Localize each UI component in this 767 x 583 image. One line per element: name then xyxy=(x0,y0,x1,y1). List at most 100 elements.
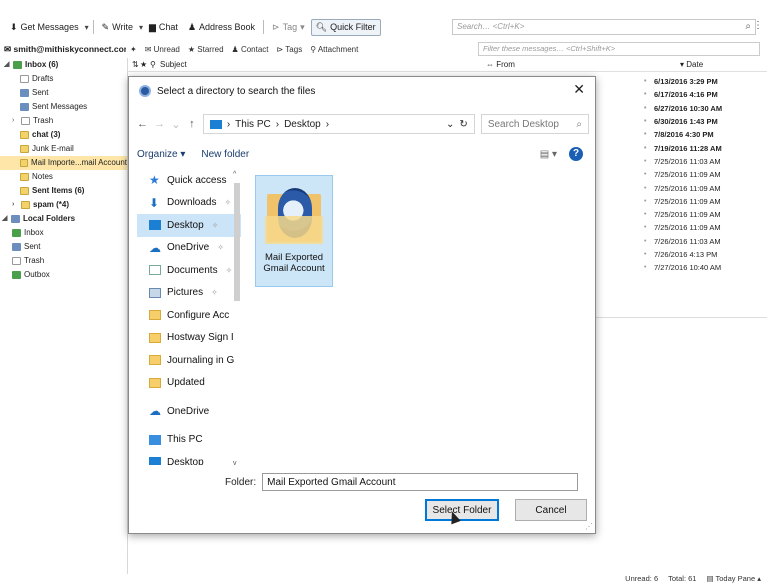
pane-divider[interactable] xyxy=(590,317,767,318)
folder-item-local-inbox[interactable]: Inbox xyxy=(0,226,127,240)
write-dropdown[interactable]: ▾ xyxy=(139,23,143,32)
read-status-icon[interactable]: • xyxy=(644,158,650,165)
message-row[interactable]: • 7/25/2016 11:03 AM xyxy=(644,155,764,168)
nav-item-configure[interactable]: Configure Acc xyxy=(137,304,241,327)
today-pane-toggle[interactable]: ▤ Today Pane ▴ xyxy=(706,575,761,583)
attachment-filter[interactable]: ⚲ Attachment xyxy=(310,45,358,54)
back-arrow-icon[interactable]: ← xyxy=(137,118,148,130)
filter-messages-input[interactable]: Filter these messages… <Ctrl+Shift+K> xyxy=(478,42,760,56)
chat-button[interactable]: ▆ Chat xyxy=(145,20,182,35)
address-dropdown-icon[interactable]: ⌄ xyxy=(446,119,454,130)
get-messages-dropdown[interactable]: ▾ xyxy=(85,23,89,32)
contact-filter[interactable]: ♟ Contact xyxy=(232,45,269,54)
folder-item-local-folders[interactable]: ◢ Local Folders xyxy=(0,212,127,226)
star-column-icon[interactable]: ★ xyxy=(140,60,150,69)
date-column-header[interactable]: ▾ Date xyxy=(670,60,703,69)
scroll-up-icon[interactable]: ^ xyxy=(233,171,236,178)
get-messages-button[interactable]: ⬇ Get Messages xyxy=(6,20,83,35)
read-status-icon[interactable]: • xyxy=(644,211,650,218)
folder-item-sent-messages[interactable]: Sent Messages xyxy=(0,100,127,114)
refresh-icon[interactable]: ↻ xyxy=(459,119,467,130)
read-status-icon[interactable]: • xyxy=(644,105,650,112)
nav-item-downloads[interactable]: ⬇ Downloads ✧ xyxy=(137,192,241,215)
twisty-icon[interactable]: ◢ xyxy=(4,58,10,72)
read-status-icon[interactable]: • xyxy=(644,78,650,85)
read-status-icon[interactable]: • xyxy=(644,171,650,178)
read-status-icon[interactable]: • xyxy=(644,198,650,205)
folder-item-notes[interactable]: Notes xyxy=(0,170,127,184)
write-button[interactable]: ✎ Write xyxy=(98,20,137,35)
global-search-input[interactable]: Search… <Ctrl+K> ⌕ xyxy=(452,19,756,35)
folder-item-chat[interactable]: chat (3) xyxy=(0,128,127,142)
nav-item-updated[interactable]: Updated xyxy=(137,372,241,395)
nav-item-quick-access[interactable]: ★ Quick access xyxy=(137,169,241,192)
nav-item-this-pc[interactable]: This PC xyxy=(137,429,241,452)
cancel-button[interactable]: Cancel xyxy=(515,499,587,521)
read-status-icon[interactable]: • xyxy=(644,264,650,271)
message-row[interactable]: • 7/25/2016 11:09 AM xyxy=(644,168,764,181)
nav-item-journaling[interactable]: Journaling in G xyxy=(137,349,241,372)
folder-item-inbox[interactable]: ◢ Inbox (6) xyxy=(0,58,127,72)
breadcrumb-this-pc[interactable]: This PC xyxy=(235,119,271,130)
sticky-pin-icon[interactable]: ✦ xyxy=(130,45,137,54)
recent-locations-chevron-icon[interactable]: ⌄ xyxy=(171,118,181,131)
starred-filter[interactable]: ★ Starred xyxy=(188,45,224,54)
message-row[interactable]: • 6/27/2016 10:30 AM xyxy=(644,102,764,115)
folder-item-mail-exported[interactable]: Mail Exported Gmail Account xyxy=(255,175,333,287)
nav-item-desktop-pc[interactable]: Desktop xyxy=(137,451,241,465)
folder-item-local-trash[interactable]: Trash xyxy=(0,254,127,268)
message-row[interactable]: • 7/25/2016 11:09 AM xyxy=(644,208,764,221)
message-row[interactable]: • 6/13/2016 3:29 PM xyxy=(644,75,764,88)
nav-item-onedrive-root[interactable]: ☁ OneDrive xyxy=(137,400,241,423)
read-status-icon[interactable]: • xyxy=(644,251,650,258)
help-icon[interactable]: ? xyxy=(569,147,583,161)
view-options-icon[interactable]: ▤ ▾ xyxy=(540,149,557,160)
message-row[interactable]: • 6/17/2016 4:16 PM xyxy=(644,88,764,101)
address-bar[interactable]: › This PC › Desktop › ⌄ ↻ xyxy=(202,114,475,134)
folder-item-trash[interactable]: › Trash xyxy=(0,114,127,128)
close-button[interactable]: ✕ xyxy=(573,81,585,98)
message-row[interactable]: • 7/8/2016 4:30 PM xyxy=(644,128,764,141)
read-status-icon[interactable]: • xyxy=(644,118,650,125)
twisty-icon[interactable]: ◢ xyxy=(2,212,8,226)
tags-filter[interactable]: ⊳ Tags xyxy=(277,45,303,54)
search-desktop-input[interactable]: Search Desktop ⌕ xyxy=(480,114,589,134)
account-name[interactable]: ✉ smith@mithiskyconnect.com xyxy=(0,44,126,55)
thread-column-icon[interactable]: ⇅ xyxy=(128,60,140,69)
up-arrow-icon[interactable]: ↑ xyxy=(187,118,197,130)
message-row[interactable]: • 7/26/2016 4:13 PM xyxy=(644,248,764,261)
message-row[interactable]: • 7/19/2016 11:28 AM xyxy=(644,141,764,154)
read-status-icon[interactable]: • xyxy=(644,145,650,152)
nav-item-hostway[interactable]: Hostway Sign I xyxy=(137,327,241,350)
app-menu-button[interactable]: ⋮ xyxy=(753,20,763,31)
folder-item-drafts[interactable]: Drafts xyxy=(0,72,127,86)
read-status-icon[interactable]: • xyxy=(644,91,650,98)
attachment-column-icon[interactable]: ⚲ xyxy=(150,60,160,69)
message-row[interactable]: • 7/27/2016 10:40 AM xyxy=(644,261,764,274)
read-status-icon[interactable]: • xyxy=(644,131,650,138)
nav-item-documents[interactable]: Documents ✧ xyxy=(137,259,241,282)
read-status-icon[interactable]: • xyxy=(644,185,650,192)
folder-input[interactable] xyxy=(262,473,579,491)
scroll-thumb[interactable] xyxy=(234,183,240,301)
nav-item-pictures[interactable]: Pictures ✧ xyxy=(137,282,241,305)
quick-filter-button[interactable]: 🔍︎ Quick Filter xyxy=(310,18,381,36)
resize-grip[interactable]: ⋰ xyxy=(585,522,593,531)
folder-item-outbox[interactable]: Outbox xyxy=(0,268,127,282)
subject-column-header[interactable]: Subject xyxy=(160,60,480,69)
nav-item-onedrive[interactable]: ☁ OneDrive ✧ xyxy=(137,237,241,260)
new-folder-button[interactable]: New folder xyxy=(201,149,249,160)
from-column-header[interactable]: ⇔ From xyxy=(480,60,670,69)
forward-arrow-icon[interactable]: → xyxy=(154,118,165,130)
folder-item-junk[interactable]: Junk E-mail xyxy=(0,142,127,156)
folder-item-sent-items[interactable]: Sent Items (6) xyxy=(0,184,127,198)
unread-filter[interactable]: ✉ Unread xyxy=(145,45,180,54)
select-folder-button[interactable]: Select Folder xyxy=(425,499,499,521)
scroll-down-icon[interactable]: v xyxy=(233,460,237,467)
message-row[interactable]: • 7/25/2016 11:09 AM xyxy=(644,221,764,234)
folder-item-mail-imported[interactable]: Mail Importe...mail Account xyxy=(0,156,127,170)
navigation-scrollbar[interactable]: ^ v xyxy=(233,171,241,467)
address-book-button[interactable]: ♟ Address Book xyxy=(184,20,259,35)
breadcrumb-desktop[interactable]: Desktop xyxy=(284,119,321,130)
message-row[interactable]: • 7/25/2016 11:09 AM xyxy=(644,181,764,194)
